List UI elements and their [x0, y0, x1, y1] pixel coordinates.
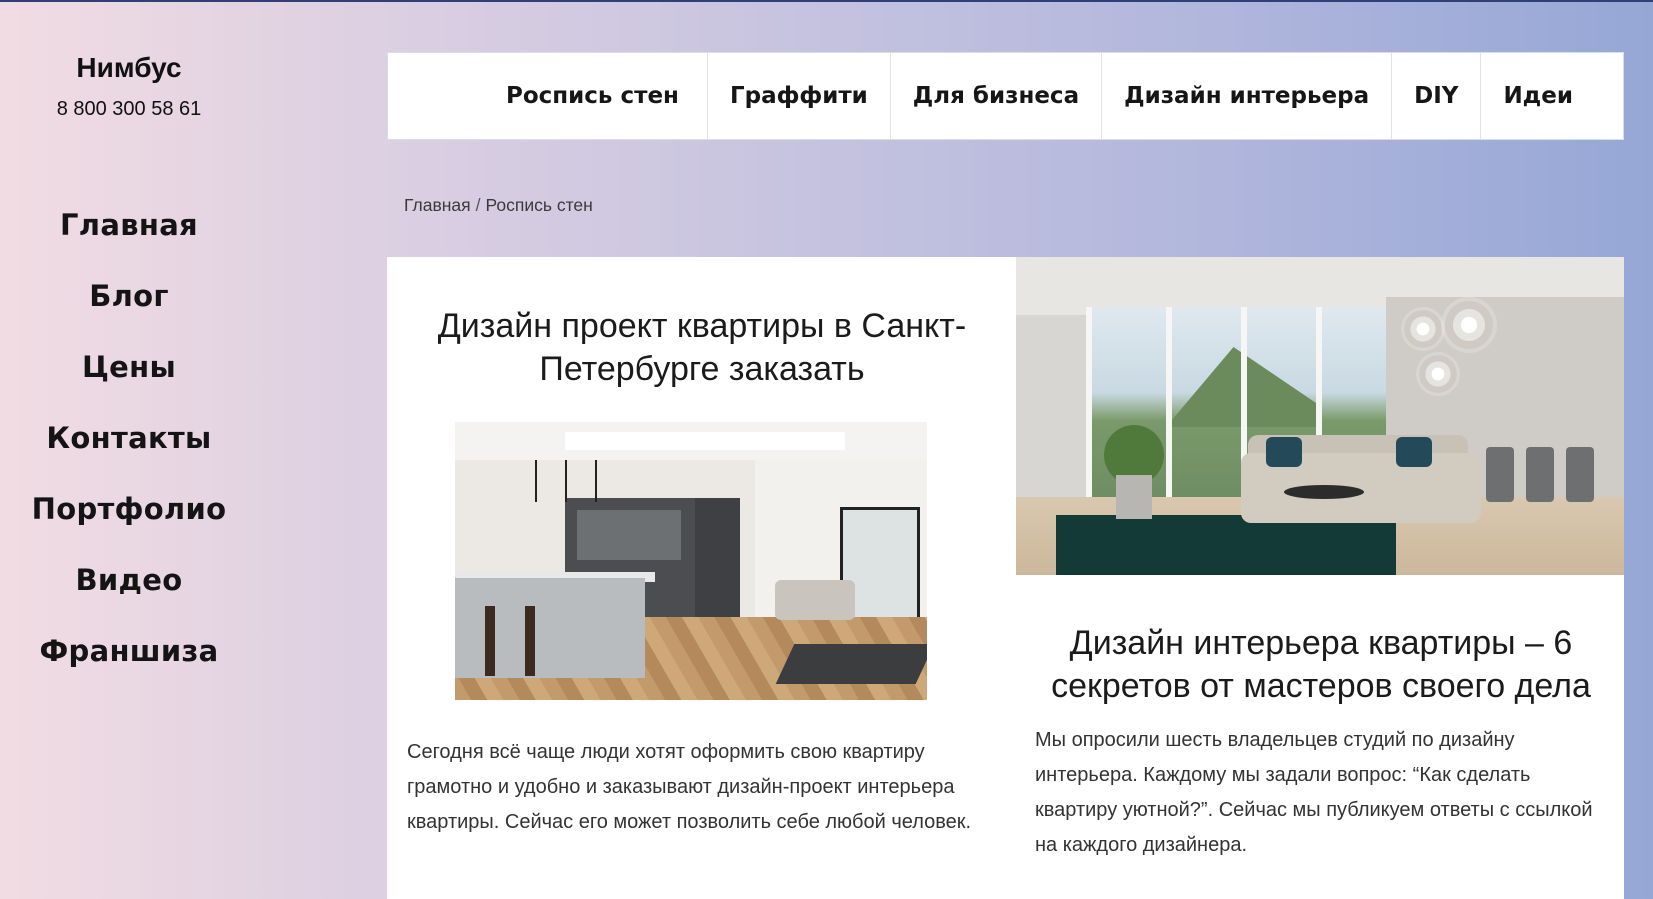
top-menu-item-graffiti[interactable]: Граффити: [708, 53, 891, 139]
sidebar-item-franchise[interactable]: Франшиза: [0, 629, 258, 700]
chandelier: [1441, 297, 1497, 353]
top-menu-item-diy[interactable]: DIY: [1392, 53, 1482, 139]
sidebar-nav: Главная Блог Цены Контакты Портфолио Вид…: [0, 203, 258, 700]
rug: [775, 644, 927, 684]
top-accent-line: [0, 0, 1653, 2]
pendant-lamp: [535, 460, 537, 502]
bar-stool: [525, 606, 535, 676]
post-title[interactable]: Дизайн интерьера квартиры – 6 секретов о…: [1026, 622, 1616, 708]
top-menu-item-wall-painting[interactable]: Роспись стен: [488, 53, 708, 139]
dining-chair: [1566, 447, 1594, 502]
post-card: Дизайн интерьера квартиры – 6 секретов о…: [1016, 257, 1624, 899]
chandelier: [1416, 352, 1460, 396]
posts-grid: Дизайн проект квартиры в Санкт-Петербург…: [387, 257, 1624, 899]
rug: [1056, 515, 1396, 575]
breadcrumb: Главная / Роспись стен: [404, 195, 593, 216]
post-card: Дизайн проект квартиры в Санкт-Петербург…: [387, 257, 1015, 899]
top-menu-item-interior-design[interactable]: Дизайн интерьера: [1102, 53, 1393, 139]
top-menu-item-ideas[interactable]: Идеи: [1481, 53, 1595, 139]
top-menu-spacer: [388, 53, 488, 139]
site-logo[interactable]: Нимбус: [0, 52, 258, 84]
sidebar-item-portfolio[interactable]: Портфолио: [0, 487, 258, 558]
pillow: [1396, 437, 1432, 467]
post-excerpt: Мы опросили шесть владельцев студий по д…: [1035, 729, 1593, 856]
bar-stool: [485, 606, 495, 676]
sidebar-item-video[interactable]: Видео: [0, 558, 258, 629]
window-frame: [1166, 307, 1172, 497]
kitchen-island: [455, 578, 645, 678]
sidebar-item-blog[interactable]: Блог: [0, 274, 258, 345]
kitchen-interior-photo[interactable]: [455, 422, 927, 700]
post-excerpt: Сегодня всё чаще люди хотят оформить сво…: [407, 741, 972, 833]
sidebar-item-home[interactable]: Главная: [0, 203, 258, 274]
top-menu-item-business[interactable]: Для бизнеса: [891, 53, 1103, 139]
sidebar-item-prices[interactable]: Цены: [0, 345, 258, 416]
plant-pot: [1116, 475, 1152, 519]
phone-number[interactable]: 8 800 300 58 61: [0, 98, 258, 121]
chandelier: [1401, 307, 1445, 351]
window-frame: [1086, 307, 1092, 497]
breadcrumb-current: Роспись стен: [485, 195, 593, 215]
pillow: [1266, 437, 1302, 467]
coffee-table: [1284, 485, 1364, 499]
pendant-lamp: [595, 460, 597, 502]
breadcrumb-home-link[interactable]: Главная: [404, 195, 471, 215]
kitchen-shelf: [577, 510, 681, 560]
sofa: [775, 580, 855, 620]
ceiling-light-panel: [565, 432, 845, 450]
post-title[interactable]: Дизайн проект квартиры в Санкт-Петербург…: [407, 305, 997, 391]
living-room-interior-photo[interactable]: [1016, 257, 1624, 575]
top-menu: Роспись стен Граффити Для бизнеса Дизайн…: [387, 52, 1624, 140]
dining-chair: [1526, 447, 1554, 502]
pendant-lamp: [565, 460, 567, 502]
breadcrumb-separator: /: [475, 195, 481, 215]
sidebar-item-contacts[interactable]: Контакты: [0, 416, 258, 487]
dining-chair: [1486, 447, 1514, 502]
